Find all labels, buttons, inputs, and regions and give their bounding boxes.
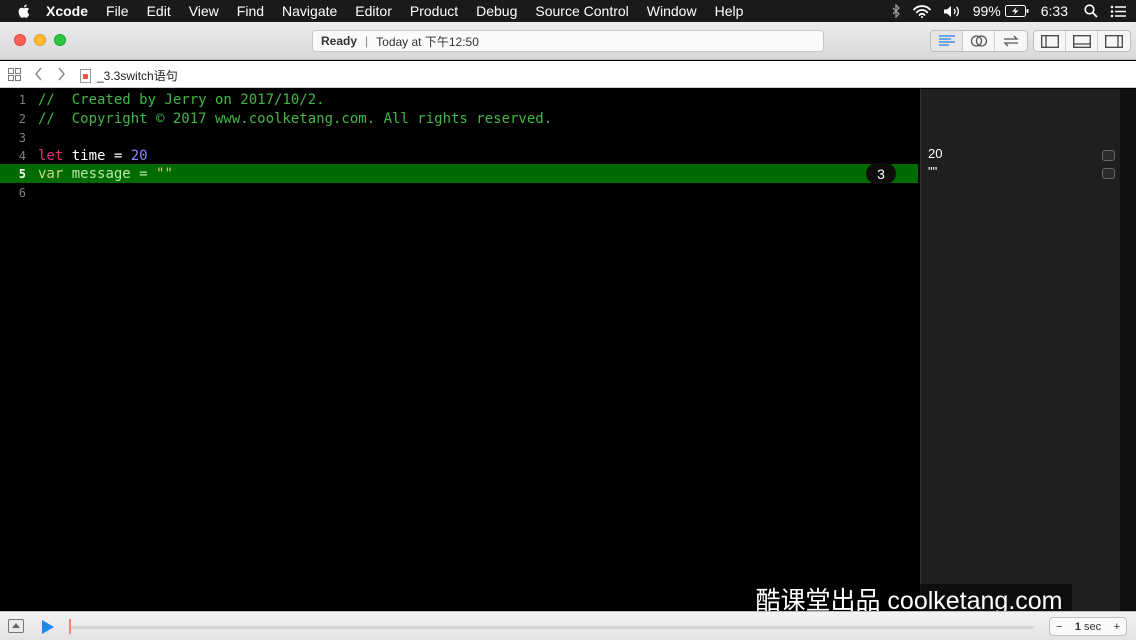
menu-editor[interactable]: Editor [355, 3, 392, 19]
code-line[interactable]: 2 // Copyright © 2017 www.coolketang.com… [0, 109, 918, 128]
jump-bar-file-name: _3.3switch语句 [97, 69, 178, 83]
menu-help[interactable]: Help [715, 3, 744, 19]
timeline-marker[interactable] [69, 619, 71, 634]
code-string-literal: "" [156, 165, 173, 182]
code-line[interactable]: 4 let time = 20 [0, 146, 918, 165]
navigator-toggle-icon[interactable] [1034, 31, 1066, 51]
volume-icon[interactable] [943, 5, 961, 18]
activity-status: Ready [321, 34, 358, 48]
spotlight-search-icon[interactable] [1084, 4, 1098, 18]
code-line[interactable]: 1 // Created by Jerry on 2017/10/2. [0, 90, 918, 109]
code-line-highlighted[interactable]: 5 var message = "" [0, 164, 918, 183]
line-number: 5 [18, 166, 26, 181]
menu-window[interactable]: Window [647, 3, 697, 19]
line-number: 2 [18, 111, 26, 126]
watermark: 酷课堂出品 coolketang.com [746, 584, 1072, 615]
bluetooth-icon[interactable] [891, 4, 901, 18]
code-keyword: let [38, 147, 64, 164]
clock[interactable]: 6:33 [1041, 3, 1068, 19]
code-line[interactable]: 3 [0, 128, 918, 147]
code-identifier: message = [63, 165, 157, 182]
menu-edit[interactable]: Edit [147, 3, 171, 19]
editor-scroll-gutter [1120, 89, 1136, 611]
line-number: 3 [18, 130, 26, 145]
standard-editor-icon[interactable] [931, 31, 963, 51]
window-zoom-button[interactable] [54, 34, 66, 46]
code-statement: let time = 20 [30, 148, 148, 164]
debug-bar: − 1 sec + [0, 611, 1136, 640]
code-comment: // Created by Jerry on 2017/10/2. [38, 91, 325, 108]
menu-source-control[interactable]: Source Control [535, 3, 628, 19]
battery-percent[interactable]: 99% [973, 3, 1001, 19]
menu-app-name[interactable]: Xcode [46, 3, 88, 19]
swift-file-icon [80, 68, 91, 83]
quick-look-icon[interactable] [1102, 168, 1115, 179]
menu-bar: Xcode File Edit View Find Navigate Edito… [0, 0, 1136, 22]
activity-view: Ready | Today at 下午12:50 [312, 30, 824, 52]
view-toggle-control [1033, 30, 1131, 52]
window-minimize-button[interactable] [34, 34, 46, 46]
related-items-icon[interactable] [8, 68, 21, 84]
result-value[interactable]: "" [928, 164, 937, 179]
code-keyword: var [38, 165, 64, 182]
code-line[interactable]: 6 [0, 183, 918, 202]
battery-icon[interactable] [1004, 5, 1029, 17]
back-chevron-icon[interactable] [34, 67, 44, 84]
duration-value: 1 sec [1074, 620, 1102, 633]
status-area: 99% 6:33 [891, 0, 1136, 22]
activity-detail: Today at 下午12:50 [376, 34, 479, 49]
increase-duration-button[interactable]: + [1114, 621, 1120, 633]
results-sidebar: 20 "" [920, 89, 1120, 611]
line-number: 4 [18, 148, 26, 163]
timeline-duration-stepper: − 1 sec + [1049, 617, 1127, 636]
code-comment: // Copyright © 2017 www.coolketang.com. … [38, 110, 553, 127]
menu-file[interactable]: File [106, 3, 129, 19]
code-editor[interactable]: 1 // Created by Jerry on 2017/10/2. 2 //… [0, 89, 920, 611]
code-number-literal: 20 [130, 147, 148, 164]
line-number: 6 [18, 185, 26, 200]
menu-navigate[interactable]: Navigate [282, 3, 337, 19]
code-statement: var message = "" [30, 166, 173, 182]
menu-debug[interactable]: Debug [476, 3, 517, 19]
wifi-icon[interactable] [912, 4, 931, 18]
execution-count-badge[interactable]: 3 [866, 163, 896, 184]
version-editor-icon[interactable] [995, 31, 1027, 51]
debug-area-toggle-icon[interactable] [1066, 31, 1098, 51]
jump-bar-file[interactable]: _3.3switch语句 [80, 67, 178, 84]
hide-debug-area-icon[interactable] [8, 619, 24, 633]
code-identifier: time = [63, 147, 131, 164]
result-value[interactable]: 20 [928, 146, 942, 161]
apple-icon[interactable] [0, 3, 46, 19]
menu-product[interactable]: Product [410, 3, 458, 19]
decrease-duration-button[interactable]: − [1056, 621, 1062, 633]
quick-look-icon[interactable] [1102, 150, 1115, 161]
window-close-button[interactable] [14, 34, 26, 46]
notification-center-icon[interactable] [1110, 5, 1126, 18]
window-toolbar: Ready | Today at 下午12:50 [0, 22, 1136, 60]
forward-chevron-icon[interactable] [56, 67, 66, 84]
execution-timeline[interactable] [70, 626, 1034, 629]
jump-bar: _3.3switch语句 [0, 61, 1136, 88]
menu-view[interactable]: View [189, 3, 219, 19]
run-playground-button[interactable] [42, 620, 54, 634]
line-number: 1 [18, 92, 26, 107]
activity-separator: | [365, 34, 369, 48]
assistant-editor-icon[interactable] [963, 31, 995, 51]
editor-mode-control [930, 30, 1028, 52]
utilities-toggle-icon[interactable] [1098, 31, 1130, 51]
menu-find[interactable]: Find [237, 3, 264, 19]
